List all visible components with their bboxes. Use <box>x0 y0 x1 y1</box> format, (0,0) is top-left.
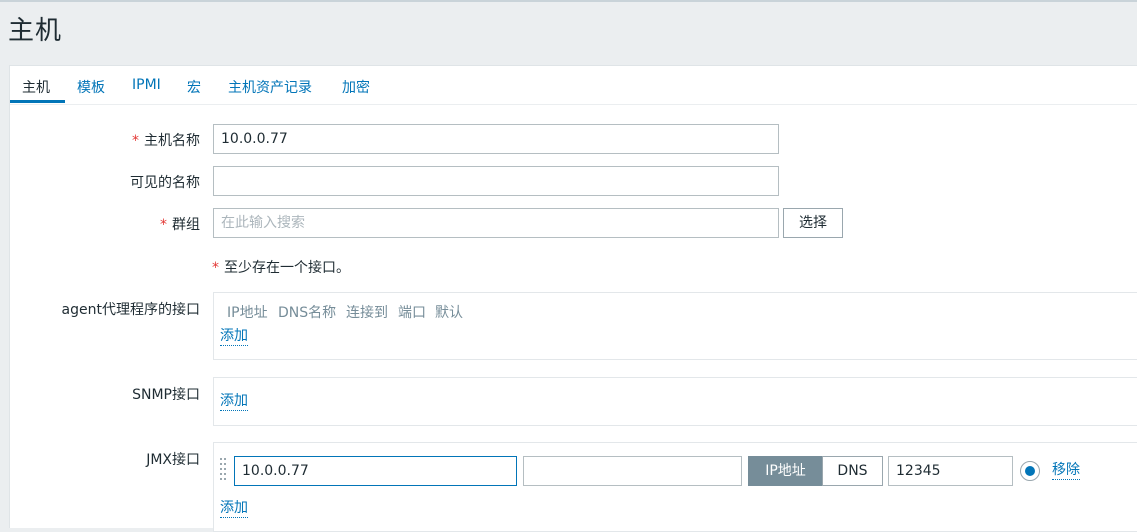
jmx-dns-input[interactable] <box>523 456 742 486</box>
page-title: 主机 <box>8 16 63 46</box>
groups-label: * 群组 <box>160 217 200 233</box>
tab-ipmi[interactable]: IPMI <box>132 77 161 93</box>
column-ip: IP地址 <box>227 305 268 321</box>
jmx-default-radio[interactable] <box>1020 461 1040 481</box>
tab-bar: 主机 模板 IPMI 宏 主机资产记录 加密 <box>10 66 1137 105</box>
drag-handle-icon[interactable] <box>220 458 228 480</box>
required-mark: * <box>212 260 219 276</box>
visible-name-input[interactable] <box>213 166 779 196</box>
column-default: 默认 <box>435 305 463 321</box>
tab-host[interactable]: 主机 <box>22 77 50 97</box>
required-mark: * <box>132 133 139 149</box>
add-agent-interface-link[interactable]: 添加 <box>220 328 248 346</box>
column-dns: DNS名称 <box>278 305 337 321</box>
jmx-remove-link[interactable]: 移除 <box>1052 462 1080 480</box>
column-port: 端口 <box>398 305 426 321</box>
tab-inventory[interactable]: 主机资产记录 <box>228 77 312 97</box>
jmx-connect-dns-toggle[interactable]: DNS <box>822 456 883 486</box>
groups-search-input[interactable] <box>213 208 779 238</box>
jmx-port-input[interactable] <box>888 456 1013 486</box>
host-form-panel: 主机 模板 IPMI 宏 主机资产记录 加密 *主机名称 可见的名称 *群组 选… <box>9 65 1137 532</box>
top-border <box>0 0 1137 2</box>
host-name-label: * 主机名称 <box>132 133 200 149</box>
active-tab-indicator <box>10 100 65 103</box>
jmx-connect-ip-toggle[interactable]: IP地址 <box>748 456 823 486</box>
add-jmx-interface-link[interactable]: 添加 <box>220 500 248 518</box>
host-name-input[interactable] <box>213 124 779 154</box>
interface-required-note: * 至少存在一个接口。 <box>212 260 350 276</box>
tab-templates[interactable]: 模板 <box>77 77 105 97</box>
agent-interfaces-box: IP地址 DNS名称 连接到 端口 默认 添加 <box>213 292 1137 360</box>
select-groups-button[interactable]: 选择 <box>783 208 843 238</box>
snmp-interfaces-box: 添加 <box>213 377 1137 426</box>
required-mark: * <box>160 217 167 233</box>
tab-encryption[interactable]: 加密 <box>342 77 370 97</box>
agent-interfaces-label: agent代理程序的接口 <box>61 302 200 318</box>
jmx-interfaces-box: IP地址 DNS 移除 添加 <box>213 442 1137 532</box>
snmp-interfaces-label: SNMP接口 <box>132 387 200 403</box>
jmx-ip-input[interactable] <box>234 456 517 486</box>
column-connect-to: 连接到 <box>346 305 388 321</box>
jmx-interfaces-label: JMX接口 <box>146 452 200 468</box>
visible-name-label: 可见的名称 <box>130 175 200 191</box>
tab-macros[interactable]: 宏 <box>187 77 201 97</box>
add-snmp-interface-link[interactable]: 添加 <box>220 393 248 411</box>
